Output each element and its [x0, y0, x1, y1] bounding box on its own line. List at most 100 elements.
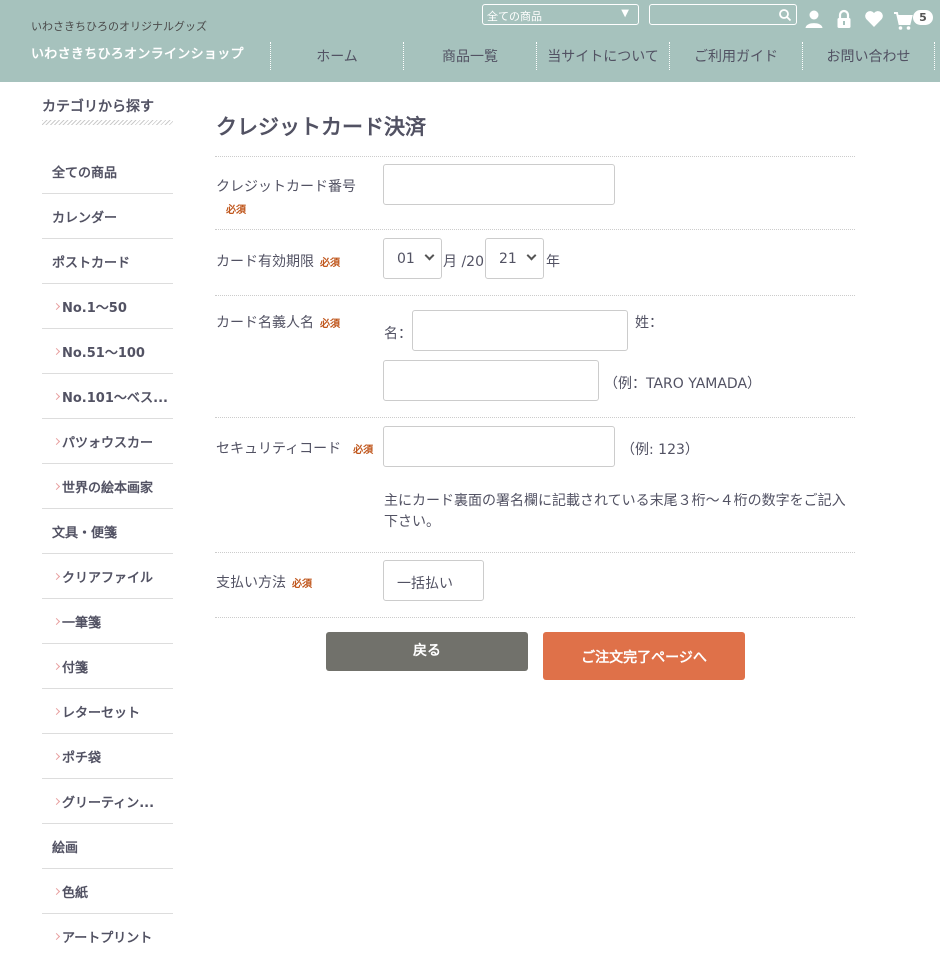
sidebar-item[interactable]: グリーティン...	[42, 779, 173, 824]
divider	[215, 617, 855, 618]
required-badge: 必須	[353, 445, 374, 456]
sidebar-item[interactable]: クリアファイル	[42, 554, 173, 599]
sidebar-title: カテゴリから探す	[42, 99, 154, 115]
sidebar-item-label: レターセット	[62, 705, 141, 721]
sidebar-item-label: No.101〜ベス...	[62, 390, 168, 406]
category-list: 全ての商品カレンダーポストカード No.1〜50 No.51〜100 No.101〜ベ…	[42, 149, 173, 956]
user-icon[interactable]	[804, 9, 824, 29]
sidebar-item-label: 絵画	[52, 840, 79, 856]
sidebar-item-label: クリアファイル	[62, 570, 154, 586]
sidebar-item[interactable]: 色紙	[42, 869, 173, 914]
sidebar-item-label: 世界の絵本画家	[62, 480, 154, 496]
nav-about[interactable]: 当サイトについて	[536, 42, 669, 70]
expiry-label: カード有効期限 必須	[216, 251, 340, 271]
sidebar-item[interactable]: ポストカード	[42, 239, 173, 284]
holder-example: （例：TARO YAMADA）	[604, 376, 762, 392]
shop-logo[interactable]: いわさきちひろオンラインショップ	[31, 43, 244, 62]
global-nav: ホーム 商品一覧 当サイトについて ご利用ガイド お問い合わせ	[270, 42, 940, 70]
search-input[interactable]	[649, 4, 797, 25]
sidebar-item-label: パツォウスカー	[62, 435, 154, 451]
sidebar-title-divider	[42, 120, 173, 125]
required-badge: 必須	[320, 319, 340, 330]
site-header: いわさきちひろのオリジナルグッズ いわさきちひろオンラインショップ 全ての商品 …	[0, 0, 940, 82]
expiry-year-value: 21	[499, 251, 517, 267]
sidebar-item[interactable]: No.1〜50	[42, 284, 173, 329]
expiry-year-select[interactable]: 21	[485, 238, 544, 279]
sidebar-item[interactable]: パツォウスカー	[42, 419, 173, 464]
year-suffix: 年	[546, 254, 560, 270]
sidebar-item-label: 色紙	[62, 885, 89, 901]
sidebar-item-label: カレンダー	[52, 210, 118, 226]
payment-label: 支払い方法 必須	[216, 572, 312, 592]
sidebar-item[interactable]: カレンダー	[42, 194, 173, 239]
sidebar-item[interactable]: 一筆箋	[42, 599, 173, 644]
holder-label: カード名義人名 必須	[216, 312, 340, 332]
sidebar-item-label: ポストカード	[52, 255, 131, 271]
sidebar-item-label: 付箋	[62, 660, 89, 676]
sidebar-item[interactable]: レターセット	[42, 689, 173, 734]
sidebar-item[interactable]: 世界の絵本画家	[42, 464, 173, 509]
first-name-input[interactable]	[412, 310, 628, 351]
month-suffix: 月 /20	[443, 254, 484, 270]
sidebar-item-label: 全ての商品	[52, 165, 118, 181]
card-number-label: クレジットカード番号	[216, 179, 356, 195]
security-code-input[interactable]	[383, 426, 615, 467]
sidebar-item-label: グリーティン...	[62, 795, 155, 811]
divider	[215, 417, 855, 418]
divider	[215, 156, 855, 157]
chevron-down-icon	[526, 250, 537, 261]
sidebar-item[interactable]: No.101〜ベス...	[42, 374, 173, 419]
sidebar-item[interactable]: No.51〜100	[42, 329, 173, 374]
cart-icon[interactable]	[893, 11, 913, 31]
page-title: クレジットカード決済	[216, 115, 426, 139]
last-name-label: 姓：	[635, 315, 663, 331]
sidebar-item-label: アートプリント	[62, 931, 153, 946]
complete-order-button[interactable]: ご注文完了ページへ	[543, 632, 745, 680]
cart-count-badge: 5	[913, 10, 933, 25]
divider	[215, 295, 855, 296]
nav-guide[interactable]: ご利用ガイド	[669, 42, 802, 70]
site-tagline: いわさきちひろのオリジナルグッズ	[31, 20, 207, 33]
required-badge: 必須	[226, 205, 246, 216]
sidebar-item[interactable]: 文具・便箋	[42, 509, 173, 554]
category-select-value: 全ての商品	[487, 10, 542, 23]
sidebar-item[interactable]: ポチ袋	[42, 734, 173, 779]
back-button[interactable]: 戻る	[326, 632, 528, 671]
chevron-down-icon	[424, 250, 435, 261]
required-badge: 必須	[292, 579, 312, 590]
security-note: 主にカード裏面の署名欄に記載されている末尾３桁〜４桁の数字をご記入下さい。	[384, 493, 846, 530]
expiry-month-select[interactable]: 01	[383, 238, 442, 279]
sidebar-item-label: No.1〜50	[62, 300, 127, 316]
payment-method-select[interactable]: 一括払い	[383, 560, 484, 601]
sidebar-item[interactable]: 全ての商品	[42, 149, 173, 194]
nav-home[interactable]: ホーム	[270, 42, 403, 70]
expiry-month-value: 01	[397, 251, 415, 267]
security-example: （例: 123）	[621, 442, 699, 458]
security-label-text: セキュリティコード	[216, 441, 342, 457]
sidebar-item[interactable]: 付箋	[42, 644, 173, 689]
holder-label-text: カード名義人名	[216, 315, 314, 331]
heart-icon[interactable]	[864, 9, 884, 29]
expiry-label-text: カード有効期限	[216, 254, 314, 270]
nav-contact[interactable]: お問い合わせ	[802, 42, 935, 70]
category-select[interactable]: 全ての商品 ▼	[482, 4, 639, 25]
divider	[215, 552, 855, 553]
sidebar-item-label: ポチ袋	[62, 750, 102, 766]
first-name-label: 名：	[384, 326, 412, 342]
sidebar-item-label: 文具・便箋	[52, 525, 118, 541]
payment-method-value: 一括払い	[397, 576, 453, 592]
search-icon[interactable]	[778, 8, 792, 22]
sidebar-item[interactable]: 絵画	[42, 824, 173, 869]
nav-products[interactable]: 商品一覧	[403, 42, 536, 70]
sidebar-item-label: 一筆箋	[62, 615, 102, 631]
card-number-input[interactable]	[383, 164, 615, 205]
chevron-down-icon: ▼	[621, 8, 629, 19]
divider	[215, 229, 855, 230]
sidebar-item[interactable]: アートプリント	[42, 914, 173, 956]
payment-label-text: 支払い方法	[216, 575, 286, 591]
security-label: セキュリティコード 必須	[216, 438, 373, 458]
required-badge: 必須	[320, 258, 340, 269]
last-name-input[interactable]	[383, 360, 599, 401]
lock-icon[interactable]	[834, 9, 854, 29]
sidebar-item-label: No.51〜100	[62, 345, 145, 361]
